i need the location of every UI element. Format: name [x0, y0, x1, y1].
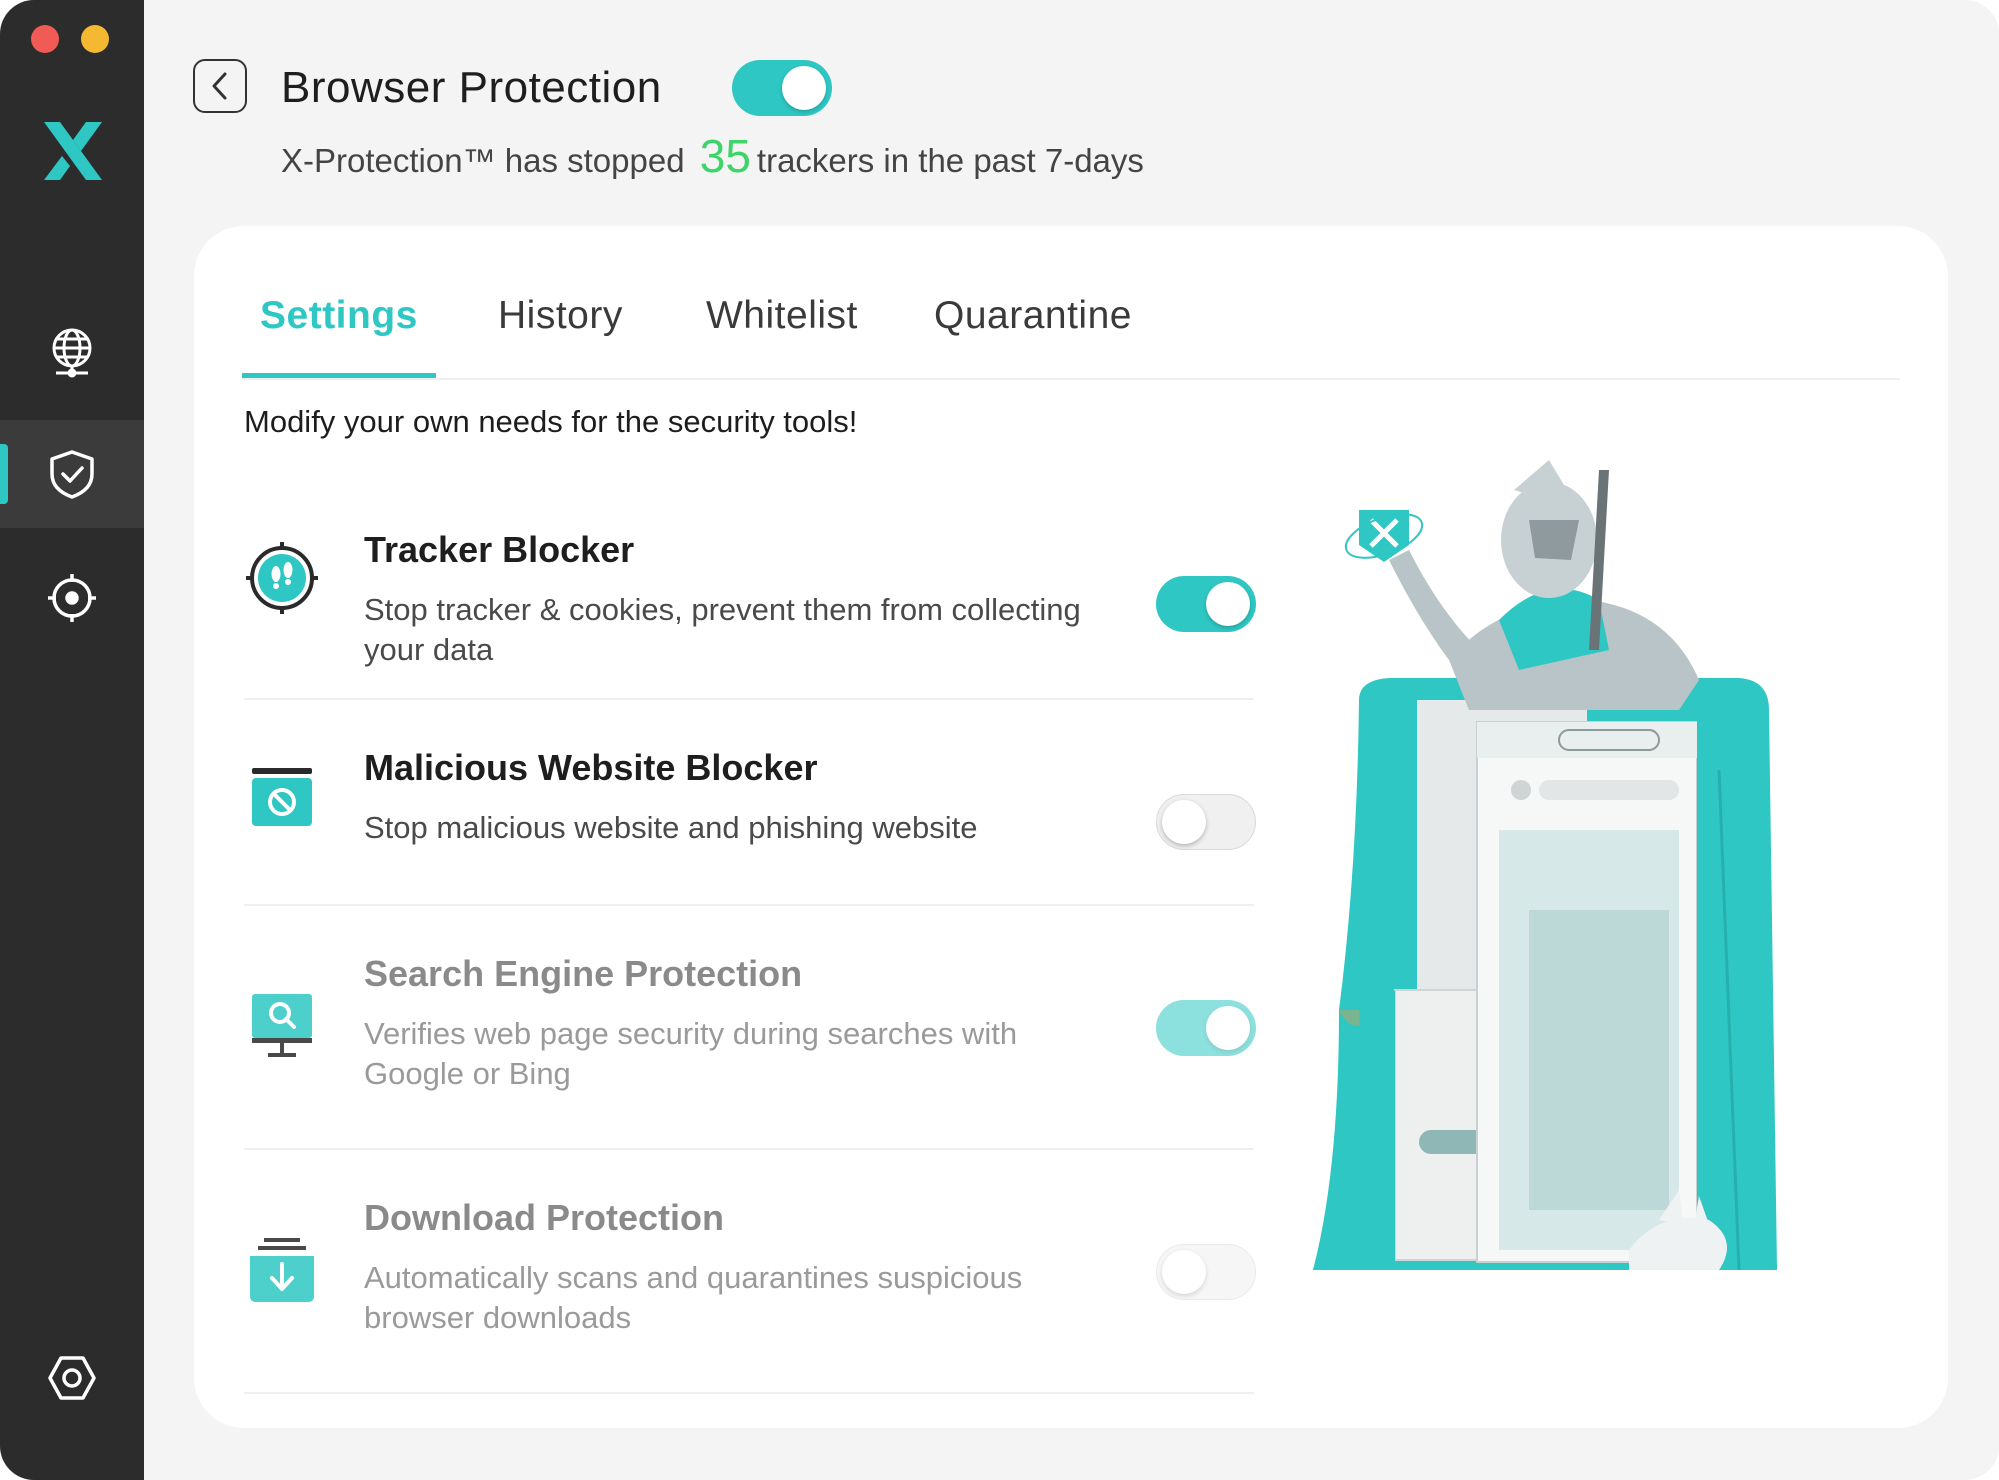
sidebar-item-scan[interactable]	[0, 544, 144, 652]
divider	[244, 1392, 1254, 1394]
feature-description: Verifies web page security during search…	[364, 1016, 1018, 1091]
feature-search-engine-protection: Search Engine Protection Verifies web pa…	[244, 906, 1256, 1150]
download-protection-toggle[interactable]	[1156, 1244, 1256, 1300]
globe-icon	[52, 328, 92, 378]
search-engine-protection-toggle[interactable]	[1156, 1000, 1256, 1056]
tab-whitelist[interactable]: Whitelist	[706, 266, 858, 378]
feature-malicious-website-blocker: Malicious Website Blocker Stop malicious…	[244, 700, 1256, 906]
app-logo-icon	[44, 122, 102, 180]
download-tray-icon	[250, 1238, 314, 1302]
settings-card: Settings History Whitelist Quarantine Mo…	[194, 226, 1948, 1428]
sidebar	[0, 0, 144, 1480]
malicious-website-blocker-toggle[interactable]	[1156, 794, 1256, 850]
tab-quarantine[interactable]: Quarantine	[934, 266, 1132, 378]
tab-bar: Settings History Whitelist Quarantine	[242, 266, 1900, 380]
sidebar-item-settings[interactable]	[0, 1324, 144, 1432]
close-window-button[interactable]	[31, 25, 59, 53]
chevron-left-icon	[212, 72, 227, 100]
tab-history[interactable]: History	[498, 266, 623, 378]
knight-illustration	[1313, 460, 1777, 1271]
search-monitor-icon	[252, 994, 312, 1057]
intro-text: Modify your own needs for the security t…	[244, 404, 858, 439]
feature-title: Download Protection	[364, 1197, 724, 1238]
hexagon-settings-icon	[48, 1356, 96, 1400]
feature-description: Stop tracker & cookies, prevent them fro…	[364, 592, 1081, 667]
crosshair-icon	[48, 574, 96, 622]
tab-settings[interactable]: Settings	[242, 266, 436, 378]
summary-suffix: trackers in the past 7-days	[756, 142, 1144, 179]
page-title: Browser Protection	[281, 63, 662, 112]
sidebar-item-protection[interactable]	[0, 420, 144, 528]
minimize-window-button[interactable]	[81, 25, 109, 53]
tracker-count: 35	[699, 130, 751, 182]
shield-check-icon	[50, 450, 94, 499]
feature-title: Malicious Website Blocker	[364, 747, 818, 788]
footprint-target-icon	[246, 542, 318, 614]
feature-download-protection: Download Protection Automatically scans …	[244, 1150, 1256, 1394]
tracker-blocker-toggle[interactable]	[1156, 576, 1256, 632]
summary-prefix: X-Protection™ has stopped	[281, 142, 685, 179]
feature-description: Automatically scans and quarantines susp…	[364, 1260, 1023, 1335]
feature-tracker-blocker: Tracker Blocker Stop tracker & cookies, …	[244, 496, 1256, 700]
feature-title: Search Engine Protection	[364, 953, 803, 994]
feature-description: Stop malicious website and phishing webs…	[364, 810, 978, 845]
sidebar-item-network[interactable]	[0, 298, 144, 406]
feature-title: Tracker Blocker	[364, 529, 635, 570]
browser-protection-toggle[interactable]	[732, 60, 832, 116]
back-button[interactable]	[193, 59, 247, 113]
tracker-summary: X-Protection™ has stopped 35 trackers in …	[281, 128, 1144, 189]
blocked-window-icon	[252, 768, 312, 826]
app-window: Browser Protection X-Protection™ has sto…	[0, 0, 1999, 1480]
